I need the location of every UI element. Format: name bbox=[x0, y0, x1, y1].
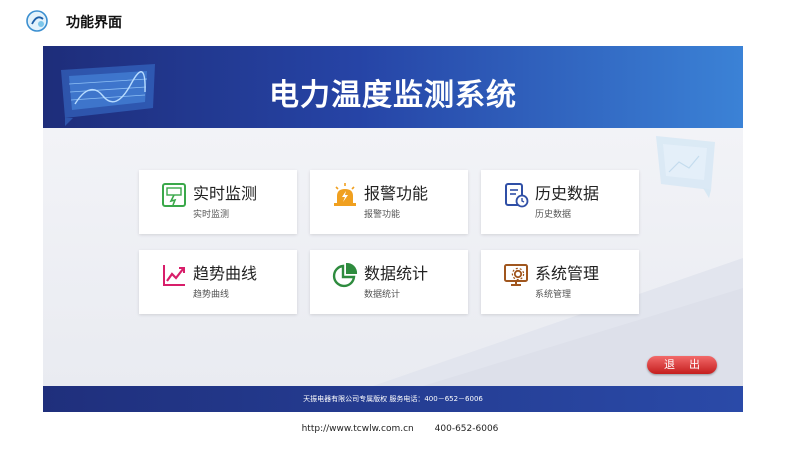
monitor-icon bbox=[162, 183, 186, 207]
page-title: 功能界面 bbox=[66, 15, 122, 31]
logo-icon bbox=[26, 10, 48, 32]
tile-subtitle: 历史数据 bbox=[535, 210, 572, 220]
tile-subtitle: 趋势曲线 bbox=[193, 290, 230, 300]
menu-tile-system-management[interactable]: 系统管理 系统管理 bbox=[481, 250, 639, 314]
website-url: http://www.tcwlw.com.cn bbox=[301, 424, 414, 434]
header-banner: 电力温度监测系统 bbox=[43, 46, 743, 128]
system-settings-icon bbox=[504, 264, 528, 286]
app-window: 电力温度监测系统 实时监测 实时监测 报警功能 报警功能 历史数据 历史数据 趋… bbox=[43, 46, 743, 412]
phone-number: 400-652-6006 bbox=[434, 424, 499, 434]
alarm-icon bbox=[334, 183, 356, 206]
menu-tile-alarm[interactable]: 报警功能 报警功能 bbox=[310, 170, 468, 234]
menu-tile-data-statistics[interactable]: 数据统计 数据统计 bbox=[310, 250, 468, 314]
menu-tile-realtime-monitoring[interactable]: 实时监测 实时监测 bbox=[139, 170, 297, 234]
tile-subtitle: 报警功能 bbox=[364, 210, 401, 220]
tile-subtitle: 实时监测 bbox=[193, 210, 230, 220]
copyright-footer: 天振电器有限公司专属版权 服务电话：400－652－6006 bbox=[43, 386, 743, 412]
tile-title: 历史数据 bbox=[535, 184, 600, 203]
menu-area: 实时监测 实时监测 报警功能 报警功能 历史数据 历史数据 趋势曲线 趋势曲线 … bbox=[43, 128, 743, 386]
tile-title: 实时监测 bbox=[193, 184, 258, 203]
tile-subtitle: 数据统计 bbox=[364, 290, 401, 300]
history-document-icon bbox=[505, 183, 529, 208]
app-title: 电力温度监测系统 bbox=[269, 78, 517, 113]
pie-chart-icon bbox=[332, 262, 358, 288]
tile-title: 报警功能 bbox=[364, 184, 429, 203]
tile-title: 趋势曲线 bbox=[193, 264, 258, 283]
exit-button[interactable]: 退出 bbox=[647, 356, 717, 374]
menu-tile-trend-curve[interactable]: 趋势曲线 趋势曲线 bbox=[139, 250, 297, 314]
contact-line: http://www.tcwlw.com.cn 400-652-6006 bbox=[0, 424, 800, 434]
trend-chart-icon bbox=[163, 265, 185, 286]
tile-title: 数据统计 bbox=[364, 264, 429, 283]
tile-title: 系统管理 bbox=[535, 264, 600, 283]
tile-subtitle: 系统管理 bbox=[535, 290, 572, 300]
menu-tile-history-data[interactable]: 历史数据 历史数据 bbox=[481, 170, 639, 234]
